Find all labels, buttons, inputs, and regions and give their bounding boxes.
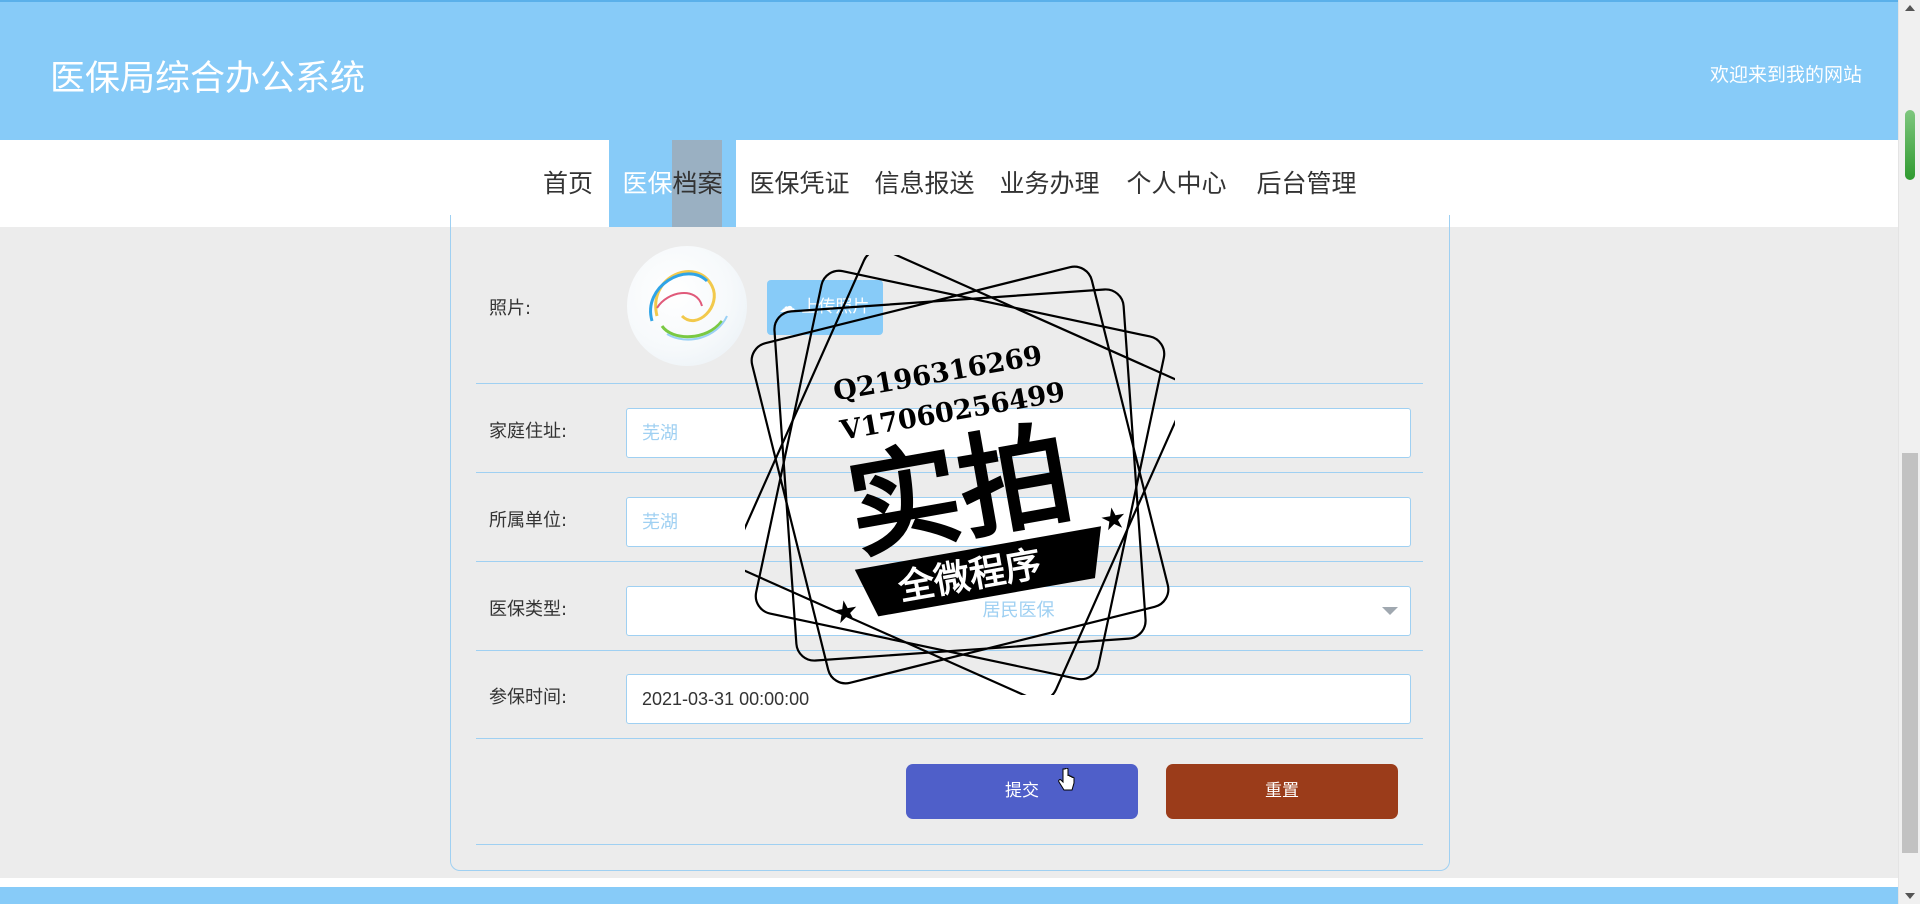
submit-button[interactable]: 提交 [906,764,1138,819]
hand-cursor-icon [1058,768,1075,791]
footer-band [0,878,1898,904]
insured-time-label: 参保时间: [489,687,568,708]
site-header: 医保局综合办公系统 欢迎来到我的网站 [0,0,1898,140]
avatar [627,246,747,366]
nav-archive[interactable]: 医保档案 [609,140,736,227]
nav-home[interactable]: 首页 [534,140,602,227]
svg-text:★: ★ [829,593,862,632]
scroll-up-arrow-icon[interactable] [1905,5,1915,11]
site-title: 医保局综合办公系统 [50,59,366,99]
scrollbar-thumb[interactable] [1902,453,1918,853]
chevron-down-icon [1382,607,1398,615]
scroll-indicator-icon [1905,110,1915,180]
unit-label: 所属单位: [489,510,568,531]
nav-personal[interactable]: 个人中心 [1120,140,1233,227]
avatar-image [649,270,728,341]
page-scrollbar[interactable] [1898,0,1920,904]
photo-label: 照片: [489,298,532,319]
welcome-text: 欢迎来到我的网站 [1709,64,1862,86]
address-label: 家庭住址: [489,421,568,442]
main-nav: 首页 医保档案 医保凭证 信息报送 业务办理 个人中心 后台管理 [0,140,1898,227]
svg-text:★: ★ [1097,500,1130,539]
nav-admin[interactable]: 后台管理 [1250,140,1363,227]
nav-business[interactable]: 业务办理 [993,140,1106,227]
scroll-down-arrow-icon[interactable] [1905,893,1915,899]
insurance-type-label: 医保类型: [489,599,568,620]
reset-button[interactable]: 重置 [1166,764,1398,819]
nav-voucher[interactable]: 医保凭证 [743,140,856,227]
nav-report[interactable]: 信息报送 [868,140,981,227]
watermark-stamp: Q2196316269 V17060256499 实拍 全微程序 ★ ★ [733,248,1187,702]
